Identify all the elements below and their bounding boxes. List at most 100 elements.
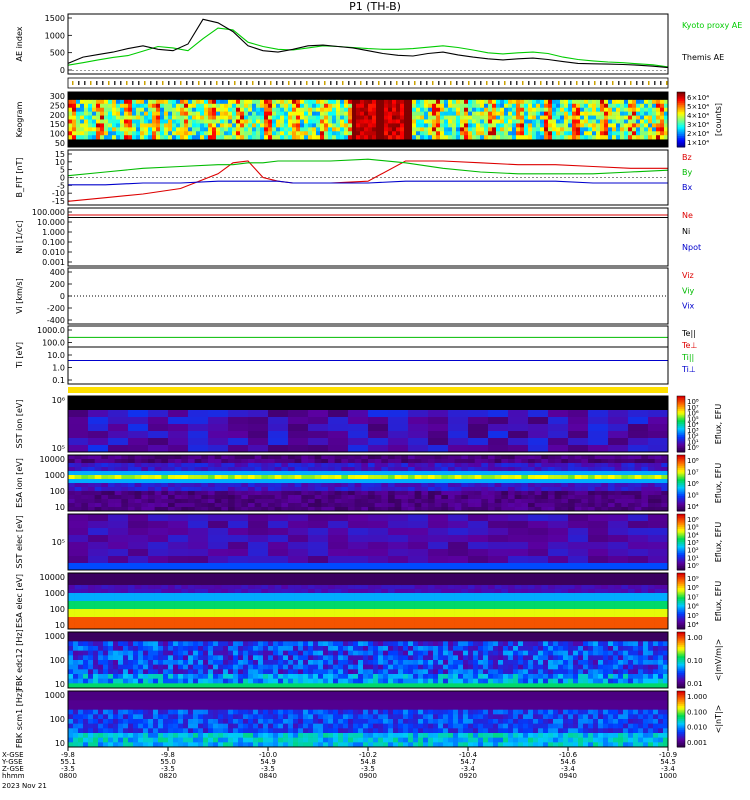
- keogram-panel-cell: [340, 111, 345, 116]
- fbk-e-panel-cell: [73, 641, 79, 647]
- temperature-panel-ytick: 1.0: [52, 364, 65, 373]
- esa-ion-panel-cell: [254, 455, 262, 460]
- esa-ion-panel-cell: [241, 475, 249, 480]
- keogram-panel-cell: [176, 99, 181, 105]
- sst-ion-panel-cell: [188, 424, 209, 432]
- esa-elec-panel-cell: [68, 585, 75, 590]
- esa-ion-panel-cell: [134, 503, 142, 508]
- keogram-panel-cell: [236, 119, 241, 124]
- esa-ion-panel-cell: [441, 483, 449, 488]
- esa-elec-panel-cell: [614, 609, 622, 614]
- esa-ion-panel-cell: [261, 459, 269, 464]
- esa-ion-panel-cell: [381, 479, 389, 484]
- esa-ion-panel-cell: [361, 467, 369, 472]
- keogram-panel-cell: [188, 123, 193, 128]
- keogram-panel-cell: [112, 135, 117, 140]
- roi-tick: [414, 81, 416, 85]
- esa-ion-panel-cell: [474, 487, 482, 492]
- keogram-panel-cell: [88, 135, 93, 140]
- esa-ion-panel-cell: [181, 467, 189, 472]
- esa-ion-panel-cell: [74, 495, 82, 500]
- esa-elec-panel-cell: [101, 577, 109, 582]
- esa-ion-panel-ytick: 100: [50, 487, 65, 496]
- keogram-panel-cell: [508, 123, 513, 128]
- keogram-panel-cell: [648, 135, 653, 140]
- esa-ion-panel-cell: [634, 455, 642, 460]
- keogram-panel-cell: [532, 115, 537, 120]
- esa-ion-panel-cell: [281, 459, 289, 464]
- esa-ion-panel-cell: [114, 475, 122, 480]
- esa-elec-panel-cell: [294, 609, 302, 614]
- esa-ion-panel-cell: [108, 459, 115, 464]
- sst-elec-panel-cell: [208, 521, 229, 529]
- keogram-panel-cell: [444, 111, 449, 116]
- keogram-panel-cell: [300, 123, 305, 128]
- esa-elec-panel-cell: [608, 609, 615, 614]
- keogram-panel-cell: [308, 135, 313, 140]
- esa-elec-panel-cell: [401, 581, 409, 586]
- keogram-panel-cell: [352, 135, 357, 140]
- esa-elec-panel-cell: [341, 581, 349, 586]
- esa-ion-panel-cell: [408, 471, 415, 476]
- esa-elec-panel-cell: [308, 621, 315, 626]
- keogram-panel-cell: [644, 103, 649, 109]
- sst-elec-panel-cell: [88, 556, 109, 564]
- esa-ion-panel-cell: [254, 495, 262, 500]
- esa-ion-panel-cell: [541, 463, 549, 468]
- keogram-panel-cell: [564, 131, 569, 136]
- keogram-panel-cell: [364, 135, 369, 140]
- esa-elec-panel-cell: [594, 605, 602, 610]
- keogram-panel-cell: [180, 127, 185, 132]
- esa-ion-panel-cell: [328, 483, 335, 488]
- esa-elec-panel-cell: [621, 589, 629, 594]
- esa-ion-panel-cell: [114, 495, 122, 500]
- sst-ion-panel-cell: [548, 424, 569, 432]
- keogram-panel-cell: [592, 127, 597, 132]
- keogram-panel-cell: [260, 99, 265, 105]
- esa-ion-panel-cell: [168, 499, 175, 504]
- keogram-panel-cell: [240, 127, 245, 132]
- esa-elec-panel-cell: [188, 593, 195, 598]
- esa-elec-panel-cell: [408, 573, 415, 578]
- esa-ion-panel-cell: [454, 463, 462, 468]
- sst-ion-panel-cell: [428, 424, 449, 432]
- keogram-panel-cell: [208, 107, 213, 112]
- fbk-e-panel-cell: [88, 641, 94, 647]
- keogram-panel-cell: [500, 123, 505, 128]
- keogram-panel-cell: [144, 111, 149, 116]
- keogram-panel-cell: [560, 107, 565, 112]
- esa-ion-panel-cell: [234, 463, 242, 468]
- esa-elec-panel-cell: [361, 577, 369, 582]
- esa-ion-panel-cell: [268, 483, 275, 488]
- roi-tick: [150, 81, 152, 85]
- keogram-panel-cell: [392, 115, 397, 120]
- esa-elec-panel-cell: [654, 585, 662, 590]
- esa-elec-panel-cell: [108, 585, 115, 590]
- esa-elec-panel-cell: [514, 593, 522, 598]
- bfield-panel-series-line: [67, 158, 669, 177]
- esa-ion-panel-cell: [341, 467, 349, 472]
- esa-elec-panel-cell: [141, 597, 149, 602]
- esa-elec-panel-cell: [328, 617, 335, 622]
- keogram-panel-cell: [312, 119, 317, 124]
- esa-ion-panel-cell: [528, 467, 535, 472]
- keogram-panel-cell: [572, 127, 577, 132]
- esa-ion-panel-cell: [541, 479, 549, 484]
- esa-elec-panel-cell: [328, 577, 335, 582]
- esa-ion-panel-cell: [588, 503, 595, 508]
- keogram-panel-cell: [464, 127, 469, 132]
- esa-elec-panel-cell: [414, 573, 422, 578]
- keogram-panel-cell: [632, 135, 637, 140]
- sst-elec-panel-cell: [448, 556, 469, 564]
- keogram-panel-cell: [164, 119, 169, 124]
- keogram-panel-cell: [260, 103, 265, 109]
- roi-tick: [564, 81, 566, 85]
- esa-ion-panel-cell: [221, 463, 229, 468]
- esa-elec-panel-cell: [261, 617, 269, 622]
- esa-elec-panel-cell: [328, 601, 335, 606]
- esa-elec-panel-cell: [534, 601, 542, 606]
- keogram-panel-cell: [448, 127, 453, 132]
- esa-ion-panel-cell: [541, 503, 549, 508]
- keogram-panel-cell: [492, 127, 497, 132]
- esa-elec-panel-cell: [188, 577, 195, 582]
